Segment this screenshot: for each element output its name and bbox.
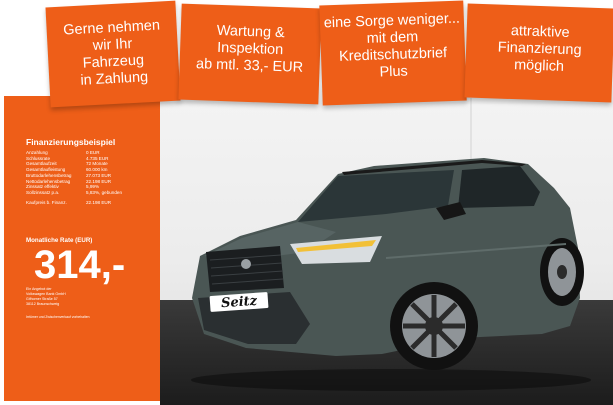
purchase-price-label: Kaufpreis b. Finanz. [26,199,67,205]
financing-table: Anzahlung 0 EUR Schlussrate 4.735 EUR Ge… [26,150,122,205]
car-shadow [191,369,591,391]
banner-text: Gerne nehmen wir Ihr Fahrzeug in Zahlung [62,17,161,89]
banner-text: attraktive Finanzierung möglich [497,22,582,75]
purchase-price-value: 22.198 EUR [86,199,112,205]
banner-credit-protection: eine Sorge weniger... mit dem Kreditschu… [319,0,467,106]
license-plate-text: Seitz [221,294,259,312]
financing-title: Finanzierungsbeispiel [26,137,116,147]
car-image: Seitz [191,158,591,391]
lender-address: Ein Angebot der Volkswagen Bank GmbH Gif… [26,287,66,307]
financing-row-label: Sollzinssatz p.a. [26,189,60,195]
banner-maintenance: Wartung & Inspektion ab mtl. 33,- EUR [178,3,322,105]
disclaimer-text: Irrtümer und Zwischenverkauf vorbehalten [26,315,90,319]
advertisement-canvas: Seitz Finanzierungsbeispiel Anzahlung 0 … [0,0,613,405]
banner-trade-in: Gerne nehmen wir Ihr Fahrzeug in Zahlung [45,0,181,108]
monthly-rate-value: 314,- [34,243,126,287]
financing-row-value: 5,83%, gebunden [86,189,123,195]
financing-row: Sollzinssatz p.a. 5,83%, gebunden [26,190,122,196]
banner-financing: attraktive Finanzierung möglich [464,3,613,103]
car-rear-wheel [540,238,584,306]
car-front-wheel [390,282,478,370]
car-grille [206,246,284,292]
purchase-price-row: Kaufpreis b. Finanz. 22.198 EUR [26,200,122,206]
banner-text: Wartung & Inspektion ab mtl. 33,- EUR [195,22,304,76]
car-logo [241,259,251,269]
address-line: 38112 Braunschweig [26,302,60,306]
banner-text: eine Sorge weniger... mit dem Kreditschu… [323,10,461,81]
